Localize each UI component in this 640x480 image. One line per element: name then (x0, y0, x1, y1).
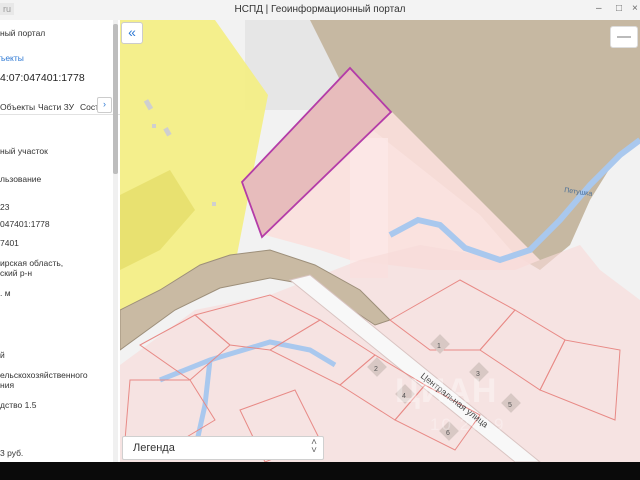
cadastral-number: 4:07:047401:1778 (0, 72, 85, 84)
info-line: 047401:1778 (0, 219, 50, 229)
window-title: НСПД | Геоинформационный портал (234, 4, 406, 15)
tab-parts[interactable]: Части ЗУ (38, 102, 74, 112)
legend-label: Легенда (133, 442, 175, 454)
info-sidebar: ный портал ъекты 4:07:047401:1778 Объект… (0, 20, 121, 462)
portal-label: ный портал (0, 28, 46, 38)
scrollbar-thumb[interactable] (113, 24, 118, 174)
legend-select[interactable]: Легенда ˄ ˅ (122, 436, 324, 460)
objects-link[interactable]: ъекты (0, 53, 24, 63)
info-line: ский р-н (0, 268, 33, 278)
info-line: . м (0, 288, 11, 298)
info-line: 7401 (0, 238, 19, 248)
parcel-number: 2 (374, 366, 378, 373)
collapse-sidebar-button[interactable]: « (121, 22, 143, 44)
watermark-subtext: 10 2019 (430, 415, 506, 434)
info-line: ния (0, 380, 15, 390)
info-line: 3 руб. (0, 448, 24, 458)
tab-objects[interactable]: Объекты (0, 102, 35, 112)
watermark: ЦИАН (395, 372, 498, 410)
map-search-button[interactable] (610, 26, 638, 48)
cadastral-map[interactable]: 1 3 5 4 2 6 Центральная улица Петушка (120, 20, 640, 462)
info-line: льзование (0, 174, 42, 184)
info-line: й (0, 350, 5, 360)
bottom-bar (0, 462, 640, 480)
maximize-icon[interactable]: □ (616, 3, 622, 14)
tab-scroll-arrow[interactable]: › (97, 97, 112, 113)
info-line: ирская область, (0, 258, 64, 268)
sidebar-scrollbar[interactable] (113, 20, 118, 462)
parcel-number: 5 (508, 402, 512, 409)
info-line: ельскохозяйственного (0, 370, 88, 380)
info-line: дство 1.5 (0, 400, 37, 410)
browser-titlebar: ru НСПД | Геоинформационный портал – □ × (0, 0, 640, 21)
parcel-number: 1 (437, 343, 441, 350)
chevron-updown-icon: ˄ ˅ (311, 437, 317, 456)
minimize-icon[interactable]: – (596, 3, 602, 14)
info-line: ный участок (0, 146, 48, 156)
info-line: 23 (0, 202, 10, 212)
close-icon[interactable]: × (632, 3, 638, 14)
